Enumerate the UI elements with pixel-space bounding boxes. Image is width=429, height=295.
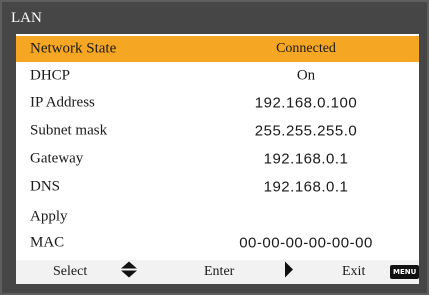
row-label: IP Address <box>30 94 95 111</box>
row-value: 00-00-00-00-00-00 <box>239 234 373 252</box>
lan-menu-window: LAN Network State Connected DHCP On IP A… <box>0 0 429 295</box>
window-title: LAN <box>11 10 42 26</box>
right-arrow-icon <box>284 261 294 284</box>
row-dns[interactable]: DNS 192.168.0.1 <box>16 174 419 200</box>
up-down-arrow-icon <box>120 261 138 284</box>
row-value: Connected <box>276 41 336 56</box>
row-value: 192.168.0.1 <box>263 150 349 168</box>
row-label: DNS <box>30 178 61 195</box>
row-dhcp[interactable]: DHCP On <box>16 63 419 89</box>
menu-key-icon: MENU <box>390 265 420 279</box>
enter-hint-label: Enter <box>204 264 235 279</box>
row-label: MAC <box>30 234 65 251</box>
row-label: Network State <box>30 40 117 57</box>
row-label: Apply <box>30 208 68 225</box>
row-label: DHCP <box>30 67 71 84</box>
row-mac[interactable]: MAC 00-00-00-00-00-00 <box>16 230 419 256</box>
row-ip-address[interactable]: IP Address 192.168.0.100 <box>16 90 419 116</box>
row-subnet-mask[interactable]: Subnet mask 255.255.255.0 <box>16 118 419 144</box>
row-value: 192.168.0.100 <box>254 94 358 112</box>
row-label: Gateway <box>30 150 84 167</box>
row-apply[interactable]: Apply <box>16 204 419 230</box>
row-value: On <box>296 67 316 84</box>
row-network-state[interactable]: Network State Connected <box>16 36 419 62</box>
exit-hint-label: Exit <box>342 264 366 279</box>
row-label: Subnet mask <box>30 122 108 139</box>
key-hint-bar: Select Enter Exit MENU <box>16 260 420 284</box>
row-value: 255.255.255.0 <box>254 122 358 140</box>
lan-settings-list: Network State Connected DHCP On IP Addre… <box>16 34 419 260</box>
row-gateway[interactable]: Gateway 192.168.0.1 <box>16 146 419 172</box>
row-value: 192.168.0.1 <box>263 178 349 196</box>
select-hint-label: Select <box>53 264 88 279</box>
